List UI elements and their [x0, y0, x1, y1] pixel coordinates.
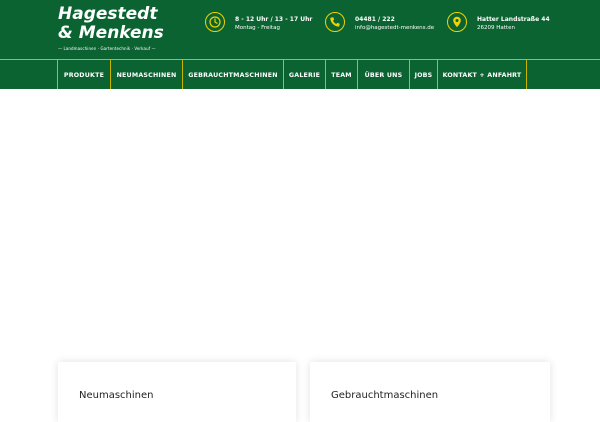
phone-icon: [325, 12, 345, 32]
nav-item-team[interactable]: TEAM: [326, 60, 358, 90]
nav-item-ueber-uns[interactable]: ÜBER UNS: [358, 60, 410, 90]
hours-times: 8 - 12 Uhr / 13 - 17 Uhr: [235, 16, 313, 23]
map-pin-icon: [447, 12, 467, 32]
logo-tagline: — Landmaschinen · Gartentechnik · Verkau…: [58, 46, 156, 51]
address: Hatter Landstraße 44 26209 Hatten: [447, 12, 550, 36]
site-logo[interactable]: Hagestedt & Menkens — Landmaschinen · Ga…: [58, 5, 168, 53]
hero-area: [0, 89, 600, 400]
hours-days: Montag - Freitag: [235, 25, 280, 31]
logo-line-2: & Menkens: [58, 23, 164, 43]
email-link[interactable]: info@hagestedt-menkens.de: [355, 24, 434, 33]
card-gebrauchtmaschinen[interactable]: Gebrauchtmaschinen: [310, 362, 550, 422]
nav-item-kontakt[interactable]: KONTAKT + ANFAHRT: [438, 60, 527, 90]
site-header: Hagestedt & Menkens — Landmaschinen · Ga…: [0, 0, 600, 59]
card-title: Neumaschinen: [79, 390, 154, 401]
address-city: 26209 Hatten: [477, 25, 515, 31]
nav-item-produkte[interactable]: PRODUKTE: [58, 60, 111, 90]
clock-icon: [205, 12, 225, 32]
card-title: Gebrauchtmaschinen: [331, 390, 439, 401]
nav-item-neumaschinen[interactable]: NEUMASCHINEN: [111, 60, 183, 90]
nav-item-galerie[interactable]: GALERIE: [284, 60, 326, 90]
main-nav: PRODUKTE NEUMASCHINEN GEBRAUCHTMASCHINEN…: [0, 59, 600, 90]
logo-line-1: Hagestedt: [58, 4, 158, 24]
address-street: Hatter Landstraße 44: [477, 16, 550, 23]
opening-hours: 8 - 12 Uhr / 13 - 17 Uhr Montag - Freita…: [205, 12, 312, 36]
nav-item-gebrauchtmaschinen[interactable]: GEBRAUCHTMASCHINEN: [183, 60, 284, 90]
card-neumaschinen[interactable]: Neumaschinen: [58, 362, 296, 422]
contact-phone: 04481 / 222 info@hagestedt-menkens.de: [325, 12, 434, 36]
phone-number[interactable]: 04481 / 222: [355, 15, 434, 24]
nav-item-jobs[interactable]: JOBS: [410, 60, 438, 90]
